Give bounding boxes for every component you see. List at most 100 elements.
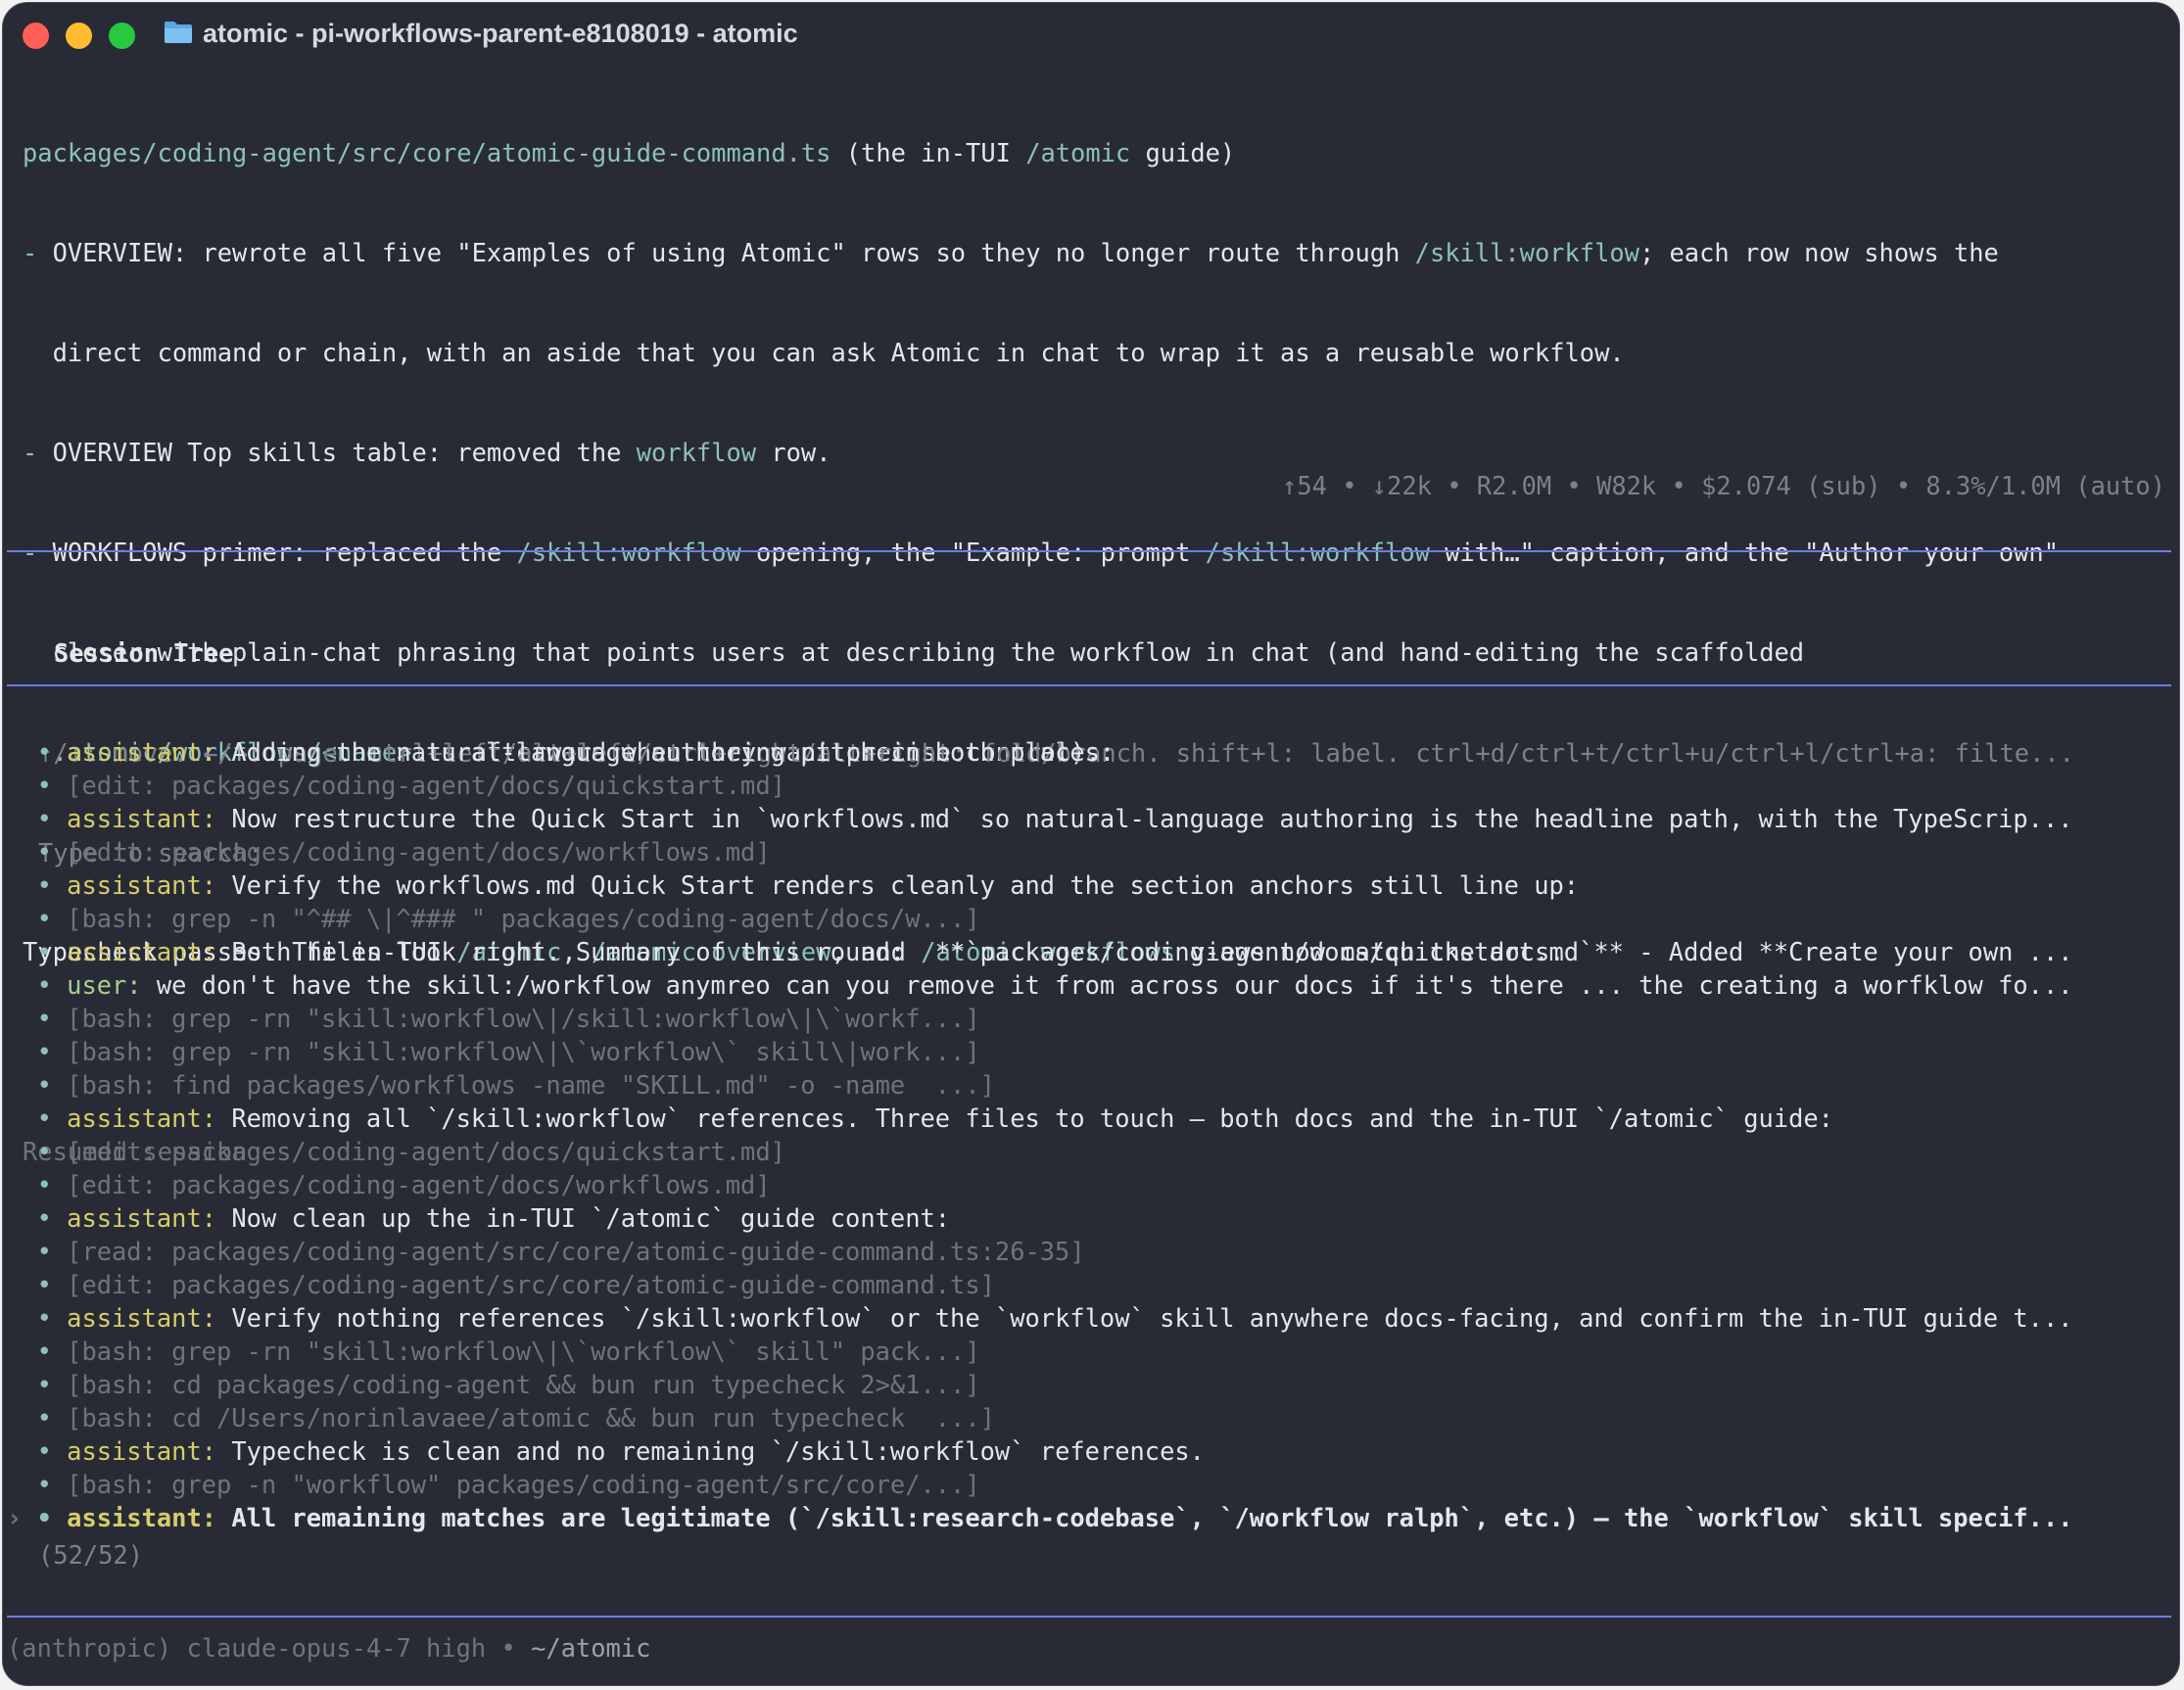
tool-call-text: [bash: grep -rn "skill:workflow\|\`workf… [67,1337,980,1366]
message-text: Adding the natural-language authoring pi… [231,737,1116,767]
session-tree-item[interactable]: • [bash: grep -rn "skill:workflow\|\`wor… [7,1035,2161,1068]
tool-call-text: [edit: packages/coding-agent/src/core/at… [67,1270,995,1299]
list-dash: - [23,438,53,467]
role-label: assistant: [67,1203,232,1233]
zoom-button[interactable] [109,23,135,49]
list-dash: - [23,538,53,567]
tokens-up: ↑54 [1282,471,1327,500]
tool-call-text: [bash: grep -n "^## \|^### " packages/co… [67,904,980,933]
role-label: assistant: [67,737,232,767]
session-tree-item[interactable]: • [edit: packages/coding-agent/docs/work… [7,835,2161,868]
effort-level: high [426,1633,487,1663]
session-tree-list[interactable]: • assistant: Adding the natural-language… [7,735,2161,1534]
session-tree-item[interactable]: • [bash: cd /Users/norinlavaee/atomic &&… [7,1401,2161,1434]
session-tree-item[interactable]: • [edit: packages/coding-agent/docs/quic… [7,1135,2161,1168]
cursor-gutter [7,804,37,833]
provider: (anthropic) [7,1633,172,1663]
output-line: - WORKFLOWS primer: replaced the /skill:… [23,536,2059,569]
window-title: atomic - pi-workflows-parent-e8108019 - … [203,19,798,48]
session-tree-item[interactable]: • [bash: cd packages/coding-agent && bun… [7,1368,2161,1401]
bullet: • [36,937,68,966]
session-tree-item[interactable]: • assistant: Adding the natural-language… [7,735,2161,769]
bullet: • [36,1103,68,1133]
session-tree-item[interactable]: • user: we don't have the skill:/workflo… [7,968,2161,1002]
separator: • [1431,471,1477,500]
cursor-gutter [7,1337,37,1366]
cursor-gutter [7,837,37,867]
bullet: • [36,1137,68,1166]
session-tree-item[interactable]: • [bash: grep -rn "skill:workflow\|\`wor… [7,1335,2161,1368]
tool-call-text: [bash: find packages/workflows -name "SK… [67,1070,995,1100]
cursor-gutter [7,1370,37,1399]
usage-stats: ↑54 • ↓22k • R2.0M • W82k • $2.074 (sub)… [1282,471,2165,500]
file-path: packages/coding-agent/src/core/atomic-gu… [23,138,831,167]
session-tree-item[interactable]: • assistant: Now restructure the Quick S… [7,802,2161,835]
bullet: • [36,837,68,867]
session-tree-item[interactable]: • [edit: packages/coding-agent/src/core/… [7,1268,2161,1301]
cursor-gutter [7,1303,37,1333]
bullet: • [36,1203,68,1233]
role-label: assistant: [67,1503,232,1532]
tool-call-text: [bash: cd packages/coding-agent && bun r… [67,1370,980,1399]
session-tree-item[interactable]: • assistant: Verify the workflows.md Qui… [7,868,2161,902]
item-count: (52/52) [38,1540,144,1570]
session-tree-item[interactable]: • assistant: Now clean up the in-TUI `/a… [7,1201,2161,1235]
cursor-gutter [7,1237,37,1266]
cursor-gutter [7,970,37,1000]
session-tree-item[interactable]: • assistant: Both files look right. Summ… [7,935,2161,968]
bullet: • [36,1436,68,1466]
tokens-down: ↓22k [1371,471,1432,500]
bullet: • [36,737,68,767]
session-tree-item[interactable]: • assistant: Verify nothing references `… [7,1301,2161,1335]
session-tree-item[interactable]: • [bash: grep -n "workflow" packages/cod… [7,1468,2161,1501]
cursor-gutter [7,870,37,900]
output-text: guide) [1130,138,1236,167]
bullet: • [36,1070,68,1100]
role-label: assistant: [67,870,232,900]
bullet: • [36,804,68,833]
separator: • [1551,471,1597,500]
status-footer: (anthropic) claude-opus-4-7 high • ~/ato… [7,1633,650,1663]
output-text: OVERVIEW: rewrote all five "Examples of … [52,238,1415,267]
tool-call-text: [edit: packages/coding-agent/docs/workfl… [67,1170,771,1199]
cursor-gutter [7,1436,37,1466]
separator: • [1326,471,1372,500]
session-tree-item[interactable]: • assistant: Typecheck is clean and no r… [7,1434,2161,1468]
session-tree-item[interactable]: • [edit: packages/coding-agent/docs/work… [7,1168,2161,1201]
cursor-gutter [7,1137,37,1166]
session-tree-item[interactable]: • [bash: grep -rn "skill:workflow\|/skil… [7,1002,2161,1035]
bullet: • [36,1237,68,1266]
command-text: /skill:workflow [1205,538,1430,567]
close-button[interactable] [23,23,49,49]
output-line: - OVERVIEW: rewrote all five "Examples o… [23,236,2059,269]
tool-call-text: [bash: grep -rn "skill:workflow\|/skill:… [67,1004,980,1033]
cursor-gutter [7,1270,37,1299]
command-text: workflow [636,438,757,467]
role-label: assistant: [67,937,232,966]
tool-call-text: [edit: packages/coding-agent/docs/workfl… [67,837,771,867]
message-text: Both files look right. Summary of this r… [231,937,2073,966]
session-tree-item[interactable]: • [edit: packages/coding-agent/docs/quic… [7,769,2161,802]
bullet: • [36,904,68,933]
session-tree-item[interactable]: › • assistant: All remaining matches are… [7,1501,2161,1534]
role-label: user: [67,970,157,1000]
output-line: direct command or chain, with an aside t… [23,336,2059,369]
output-text: with…" caption, and the "Author your own… [1429,538,2059,567]
cost: $2.074 [1701,471,1791,500]
cursor-gutter [7,1070,37,1100]
session-tree-item[interactable]: • assistant: Removing all `/skill:workfl… [7,1102,2161,1135]
session-tree-item[interactable]: • [bash: grep -n "^## \|^### " packages/… [7,902,2161,935]
separator: • [1656,471,1702,500]
bullet: • [36,870,68,900]
output-text: OVERVIEW Top skills table: removed the [52,438,637,467]
model-name: claude-opus-4-7 [186,1633,411,1663]
session-tree-item[interactable]: • [bash: find packages/workflows -name "… [7,1068,2161,1102]
session-tree-item[interactable]: • [read: packages/coding-agent/src/core/… [7,1235,2161,1268]
cursor-gutter [7,1170,37,1199]
command-text: /skill:workflow [516,538,741,567]
bullet: • [36,1270,68,1299]
separator: • [1880,471,1926,500]
message-text: Verify nothing references `/skill:workfl… [231,1303,2073,1333]
message-text: Now clean up the in-TUI `/atomic` guide … [231,1203,951,1233]
minimize-button[interactable] [66,23,92,49]
